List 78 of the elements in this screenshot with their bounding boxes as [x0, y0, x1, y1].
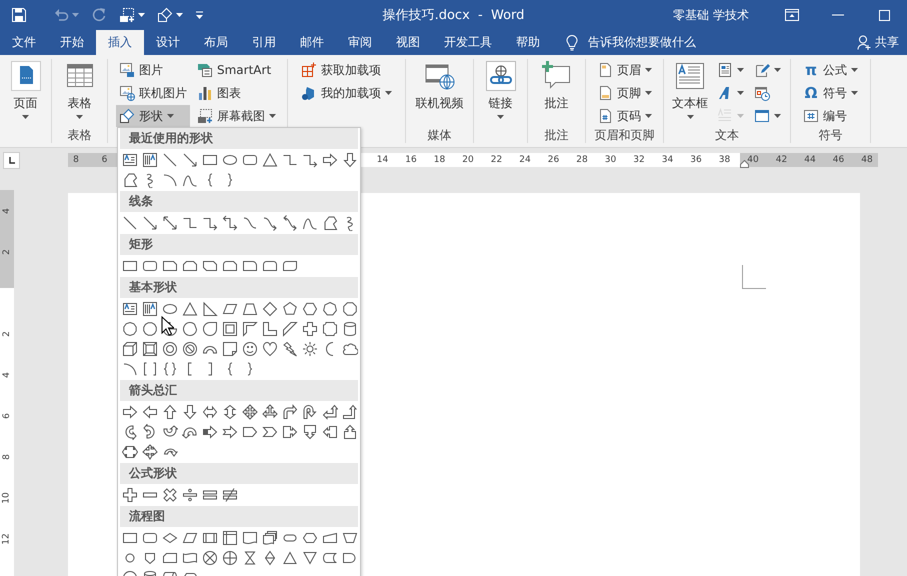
section-header: 流程图	[120, 506, 358, 527]
ruler-number: 18	[432, 155, 446, 165]
ruler-number: 4	[2, 372, 12, 378]
ribbon-tab[interactable]: 文件	[0, 30, 48, 55]
ribbon-button[interactable]: Ω 符号	[800, 82, 861, 104]
ribbon-tab[interactable]: 邮件	[288, 30, 336, 55]
ruler-number: 24	[518, 155, 532, 165]
user-name: 零基础 学技术	[673, 6, 749, 24]
ruler-number: 42	[774, 155, 788, 165]
ruler-number: 48	[860, 155, 874, 165]
section-header: 箭头总汇	[120, 380, 358, 401]
ribbon-button[interactable]: π 公式	[800, 59, 861, 81]
ruler-number: 26	[546, 155, 560, 165]
ruler-number: 36	[689, 155, 703, 165]
ruler-number: 2	[2, 248, 12, 254]
ruler-number: 8	[72, 155, 80, 165]
ribbon-tab[interactable]: 视图	[384, 30, 432, 55]
symbol-glyph: Ω	[804, 84, 818, 102]
ruler-number: 12	[2, 532, 12, 544]
ribbon-button[interactable]: 联机视频	[414, 59, 466, 128]
group-label: 文本	[715, 127, 739, 144]
ribbon-button[interactable]: 编号	[800, 105, 861, 127]
window-title: 操作技巧.docx - Word	[382, 7, 524, 24]
section-header: 线条	[120, 191, 358, 212]
ribbon-tab[interactable]: 设计	[144, 30, 192, 55]
ruler-number: 46	[832, 155, 846, 165]
ribbon-button[interactable]: 我的加载项	[298, 82, 395, 104]
ruler-number: 38	[718, 155, 732, 165]
ribbon-button[interactable]: 页码	[594, 105, 655, 127]
tell-me-search[interactable]: 告诉我你想要做什么	[566, 30, 696, 55]
ruler-number: 16	[404, 155, 418, 165]
ribbon-button[interactable]: 获取加载项	[298, 59, 395, 81]
section-header: 最近使用的形状	[120, 128, 358, 149]
ruler-number: 10	[2, 492, 12, 504]
ribbon-button[interactable]: 屏幕截图	[194, 105, 279, 127]
ribbon-tab[interactable]: 审阅	[336, 30, 384, 55]
ribbon-button[interactable]: 页脚	[594, 82, 655, 104]
ruler-number: 34	[660, 155, 674, 165]
share-button[interactable]: 共享	[857, 30, 907, 55]
ruler-number: 30	[604, 155, 618, 165]
ruler-number: 8	[2, 454, 12, 460]
ribbon-tab[interactable]: 插入	[96, 30, 144, 55]
symbol-glyph: π	[804, 61, 818, 79]
ribbon-tab[interactable]: 开始	[48, 30, 96, 55]
ruler-number: 32	[632, 155, 646, 165]
section-header: 矩形	[120, 234, 358, 255]
ruler-number: 14	[376, 155, 390, 165]
section-header: 公式形状	[120, 463, 358, 484]
ruler-number: 20	[461, 155, 475, 165]
ribbon-button[interactable]: 图表	[194, 82, 279, 104]
group-label: 媒体	[428, 127, 452, 144]
ribbon-button[interactable]: SmartArt	[194, 59, 279, 81]
group-label: 页眉和页脚	[594, 127, 654, 144]
ribbon-tab[interactable]: 布局	[192, 30, 240, 55]
ribbon-button[interactable]: 页面	[8, 59, 44, 128]
ribbon-button[interactable]: 页眉	[594, 59, 655, 81]
ruler-number: 4	[2, 208, 12, 214]
ribbon-button[interactable]: 文本框	[670, 59, 710, 128]
ribbon-button[interactable]: 图片	[116, 59, 190, 81]
ribbon-button[interactable]: 表格	[62, 59, 98, 128]
ruler-number: 28	[575, 155, 589, 165]
ribbon-button[interactable]: 批注	[538, 59, 574, 128]
ruler-number: 22	[490, 155, 504, 165]
ruler-number: 6	[100, 155, 108, 165]
ruler-number: 6	[2, 412, 12, 418]
ruler-number: 2	[2, 330, 12, 336]
group-label: 批注	[544, 127, 568, 144]
ruler-number: 40	[746, 155, 760, 165]
ribbon-tab[interactable]: 开发工具	[432, 30, 504, 55]
section-header: 基本形状	[120, 277, 358, 298]
group-label: 符号	[818, 127, 842, 144]
ribbon-tab[interactable]: 帮助	[504, 30, 552, 55]
ribbon-button[interactable]: 形状	[116, 105, 190, 127]
ribbon-button[interactable]: 链接	[482, 59, 518, 128]
ribbon-tab[interactable]: 引用	[240, 30, 288, 55]
ribbon-button[interactable]: 联机图片	[116, 82, 190, 104]
group-label: 表格	[68, 127, 92, 144]
ruler-number: 44	[803, 155, 817, 165]
